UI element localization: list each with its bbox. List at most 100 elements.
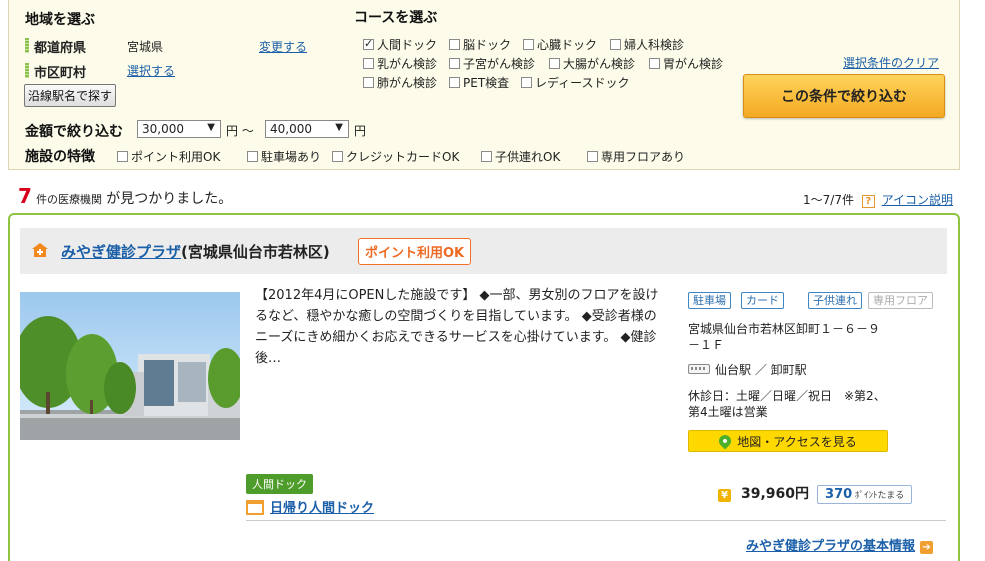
clinic-closed-days-line1: 休診日：土曜／日曜／祝日 ※第2、 bbox=[688, 389, 886, 403]
results-range: 1〜7/7件 bbox=[803, 193, 854, 207]
results-found-text: が見つかりました。 bbox=[106, 191, 233, 207]
clear-conditions-link[interactable]: 選択条件のクリア bbox=[843, 54, 939, 71]
course-checkbox[interactable] bbox=[363, 77, 374, 88]
course-checkbox[interactable] bbox=[449, 77, 460, 88]
clinic-station-text: 仙台駅 ／ 卸町駅 bbox=[715, 363, 807, 377]
results-pager: 1〜7/7件 ? アイコン説明 bbox=[803, 191, 953, 208]
course-option[interactable]: 脳ドック bbox=[449, 36, 511, 53]
price-min-value: 30,000 bbox=[142, 122, 184, 136]
clinic-photo[interactable] bbox=[20, 292, 240, 440]
station-search-button[interactable]: 沿線駅名で探す bbox=[24, 84, 117, 107]
feature-option[interactable]: 専用フロアあり bbox=[587, 148, 685, 165]
facility-feature-label: 施設の特徴 bbox=[25, 149, 95, 165]
course-checkbox[interactable] bbox=[649, 58, 660, 69]
prefecture-change-link[interactable]: 変更する bbox=[259, 38, 307, 55]
clinic-card-header: みやぎ健診プラザ(宮城県仙台市若林区) ポイント利用OK bbox=[20, 228, 947, 274]
course-title: コースを選ぶ bbox=[354, 10, 438, 26]
course-checkbox[interactable] bbox=[523, 39, 534, 50]
course-option[interactable]: PET検査 bbox=[449, 74, 509, 91]
prefecture-value: 宮城県 bbox=[127, 40, 164, 54]
help-icon[interactable]: ? bbox=[861, 195, 875, 208]
clinic-feature-tag: カード bbox=[741, 292, 784, 309]
course-option-label: 脳ドック bbox=[463, 38, 512, 52]
course-option-label: 胃がん検診 bbox=[663, 57, 724, 71]
clinic-description: 【2012年4月にOPENした施設です】 ◆一部、男女別のフロアを設けるなど、穏… bbox=[255, 288, 659, 366]
course-option-label: 婦人科検診 bbox=[624, 38, 685, 52]
feature-option[interactable]: クレジットカードOK bbox=[332, 148, 459, 165]
clinic-address-line1: 宮城県仙台市若林区卸町１－６－９ bbox=[688, 322, 881, 336]
clinic-building-image bbox=[20, 292, 240, 440]
region-title: 地域を選ぶ bbox=[25, 12, 95, 28]
day-course-link[interactable]: 日帰り人間ドック bbox=[270, 501, 374, 516]
basic-info: みやぎ健診プラザの基本情報 ➔ bbox=[746, 535, 934, 554]
course-option[interactable]: 心臓ドック bbox=[523, 36, 597, 53]
map-access-button[interactable]: 地図・アクセスを見る bbox=[688, 430, 888, 452]
feature-option-label: 子供連れOK bbox=[495, 150, 561, 164]
feature-checkbox[interactable] bbox=[117, 151, 128, 162]
clinic-station: 仙台駅 ／ 卸町駅 bbox=[688, 362, 807, 378]
course-option-label: レディースドック bbox=[535, 76, 630, 90]
clinic-feature-tag: 子供連れ bbox=[808, 292, 862, 309]
feature-option-label: 専用フロアあり bbox=[601, 150, 686, 164]
points-badge: 370 ﾎﾟｲﾝﾄたまる bbox=[817, 485, 913, 504]
icon-help-link[interactable]: アイコン説明 bbox=[882, 193, 953, 207]
clinic-address-line2: －１Ｆ bbox=[688, 338, 725, 352]
clinic-location: (宮城県仙台市若林区) bbox=[181, 243, 330, 261]
feature-checkbox[interactable] bbox=[332, 151, 343, 162]
arrow-right-icon: ➔ bbox=[920, 541, 934, 554]
clinic-card: みやぎ健診プラザ(宮城県仙台市若林区) ポイント利用OK 【2012年4月にOP… bbox=[8, 213, 960, 561]
course-checkbox[interactable] bbox=[610, 39, 621, 50]
dropdown-arrow-icon: ▼ bbox=[207, 122, 215, 133]
dropdown-arrow-icon: ▼ bbox=[335, 122, 343, 133]
points-number: 370 bbox=[825, 487, 853, 502]
clinic-feature-tag: 専用フロア bbox=[868, 292, 933, 309]
map-access-label: 地図・アクセスを見る bbox=[737, 434, 857, 449]
course-option[interactable]: 子宮がん検診 bbox=[449, 55, 535, 72]
clinic-feature-tag: 駐車場 bbox=[688, 292, 731, 309]
course-option[interactable]: 人間ドック bbox=[363, 36, 437, 53]
course-option-label: 子宮がん検診 bbox=[463, 57, 536, 71]
point-ok-badge: ポイント利用OK bbox=[358, 238, 472, 265]
price-filter-label: 金額で絞り込む bbox=[25, 124, 123, 140]
course-checkbox[interactable] bbox=[449, 39, 460, 50]
price-max-value: 40,000 bbox=[270, 122, 312, 136]
feature-checkbox[interactable] bbox=[481, 151, 492, 162]
price-range-separator: 円 〜 bbox=[226, 124, 254, 138]
clinic-closed-days-line2: 第4土曜は営業 bbox=[688, 405, 768, 419]
course-option[interactable]: 婦人科検診 bbox=[610, 36, 684, 53]
yen-icon: ¥ bbox=[718, 489, 731, 502]
course-option[interactable]: 大腸がん検診 bbox=[549, 55, 635, 72]
course-item: 日帰り人間ドック bbox=[246, 497, 374, 516]
results-count-unit: 件の医療機関 bbox=[36, 193, 103, 206]
course-checkbox[interactable] bbox=[449, 58, 460, 69]
course-option[interactable]: レディースドック bbox=[521, 74, 630, 91]
course-option[interactable]: 胃がん検診 bbox=[649, 55, 723, 72]
course-checkbox[interactable] bbox=[363, 37, 374, 50]
course-option[interactable]: 肺がん検診 bbox=[363, 74, 437, 91]
feature-checkbox[interactable] bbox=[247, 151, 258, 162]
clinic-name-link[interactable]: みやぎ健診プラザ bbox=[61, 243, 181, 261]
price-min-select[interactable]: 30,000 ▼ bbox=[137, 120, 221, 138]
price-max-select[interactable]: 40,000 ▼ bbox=[265, 120, 349, 138]
feature-option-label: クレジットカードOK bbox=[346, 150, 460, 164]
course-checkbox[interactable] bbox=[521, 77, 532, 88]
feature-option[interactable]: ポイント利用OK bbox=[117, 148, 220, 165]
points-text: ﾎﾟｲﾝﾄたまる bbox=[855, 491, 905, 501]
calendar-icon bbox=[246, 500, 264, 515]
feature-option[interactable]: 駐車場あり bbox=[247, 148, 321, 165]
course-checkbox[interactable] bbox=[363, 58, 374, 69]
results-count-number: 7 bbox=[18, 184, 32, 208]
city-label: 市区町村 bbox=[25, 62, 86, 81]
course-option[interactable]: 乳がん検診 bbox=[363, 55, 437, 72]
course-price: 39,960円 bbox=[741, 486, 810, 502]
filter-submit-button[interactable]: この条件で絞り込む bbox=[743, 74, 945, 118]
basic-info-link[interactable]: みやぎ健診プラザの基本情報 bbox=[746, 539, 915, 554]
course-option-label: 心臓ドック bbox=[537, 38, 598, 52]
price-yen-unit: 円 bbox=[354, 124, 367, 138]
city-select-link[interactable]: 選択する bbox=[127, 62, 175, 79]
feature-checkbox[interactable] bbox=[587, 151, 598, 162]
feature-option[interactable]: 子供連れOK bbox=[481, 148, 560, 165]
train-icon bbox=[688, 364, 710, 374]
feature-option-label: 駐車場あり bbox=[261, 150, 322, 164]
course-checkbox[interactable] bbox=[549, 58, 560, 69]
